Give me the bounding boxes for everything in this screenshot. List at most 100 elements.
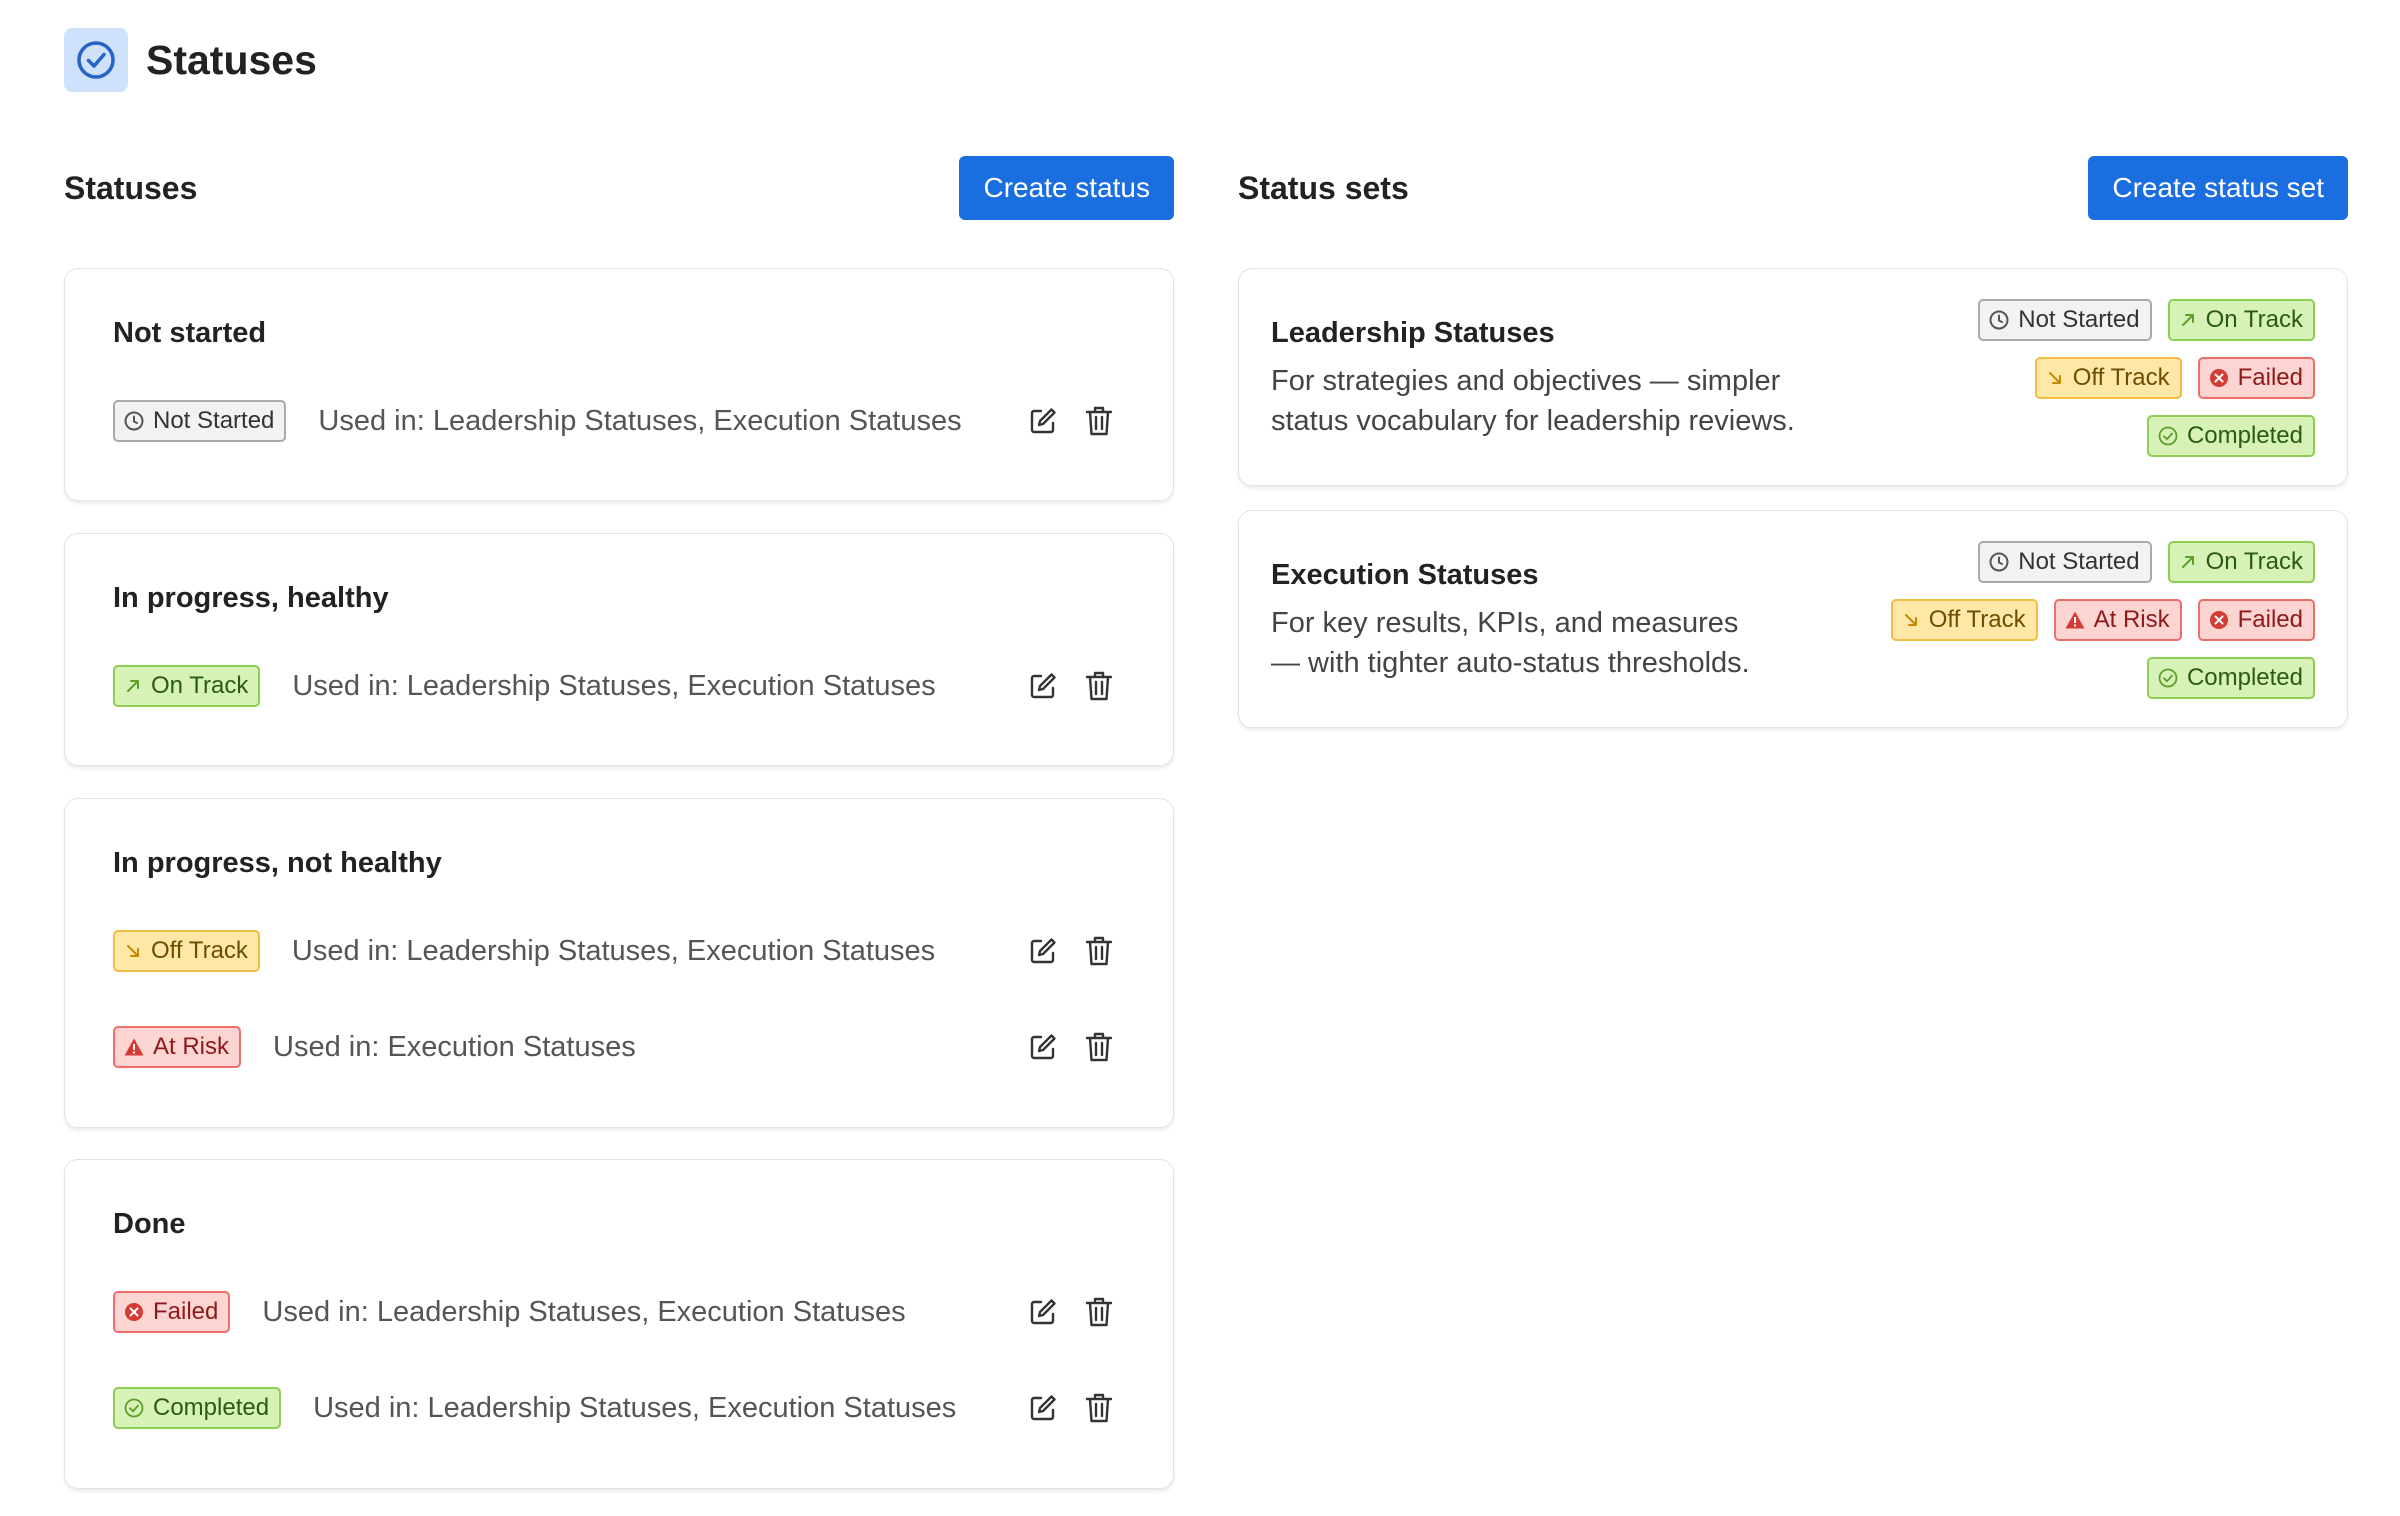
status-pill: Failed	[113, 1291, 231, 1333]
check-circle-icon	[123, 1397, 153, 1419]
status-group-card: Done Failed Used in: Leadership Statuses, …	[64, 1159, 1174, 1489]
statuses-section-header: Statuses Create status	[64, 156, 1174, 220]
status-pill: Not Started	[113, 400, 287, 442]
arrow-up-right-icon	[2178, 552, 2206, 572]
page-header: Statuses	[64, 28, 317, 92]
description-line: For key results, KPIs, and measures	[1271, 607, 1739, 639]
check-circle-icon	[64, 28, 128, 92]
used-in-text: Used in: Leadership Statuses, Execution …	[262, 1295, 906, 1328]
status-pill-label: Completed	[2186, 422, 2303, 449]
row-actions	[1025, 1293, 1117, 1331]
status-pill-label: Not Started	[2018, 548, 2140, 575]
status-set-badge: At Risk	[2053, 599, 2182, 641]
description-line: For strategies and objectives — simpler	[1271, 365, 1781, 397]
status-pill-label: Failed	[153, 1298, 219, 1325]
row-actions	[1025, 1389, 1117, 1427]
row-actions	[1025, 402, 1117, 440]
status-set-badge: Off Track	[2034, 357, 2182, 399]
check-circle-icon	[2157, 667, 2187, 689]
edit-icon[interactable]	[1025, 1389, 1061, 1427]
clock-icon	[1988, 551, 2018, 573]
status-set-badge: Off Track	[1890, 599, 2038, 641]
badge-row: Off Track At Risk Failed	[1890, 599, 2315, 641]
status-pill-label: Failed	[2237, 606, 2303, 633]
description-line: status vocabulary for leadership reviews…	[1271, 405, 1795, 437]
status-group-card: Not started Not Started Used in: Leadershi…	[64, 268, 1174, 501]
badge-row: Not Started On Track	[1978, 299, 2315, 341]
status-group-title: In progress, not healthy	[113, 847, 442, 879]
used-in-text: Used in: Leadership Statuses, Execution …	[292, 669, 936, 702]
edit-icon[interactable]	[1025, 1028, 1061, 1066]
status-set-badges: Not Started On Track Off Track Failed Comple…	[1815, 299, 2315, 457]
status-group-card: In progress, not healthy Off Track Used in…	[64, 798, 1174, 1128]
edit-icon[interactable]	[1025, 402, 1061, 440]
status-set-card[interactable]: Execution Statuses For key results, KPIs,…	[1238, 510, 2348, 728]
description-line: — with tighter auto-status thresholds.	[1271, 647, 1750, 679]
status-set-description: For strategies and objectives — simpler s…	[1271, 361, 1871, 441]
create-status-button[interactable]: Create status	[959, 156, 1174, 220]
status-set-title: Execution Statuses	[1271, 559, 1539, 591]
status-pill: On Track	[113, 665, 261, 707]
status-group-title: Not started	[113, 317, 267, 349]
arrow-down-right-icon	[2045, 368, 2073, 388]
trash-icon[interactable]	[1081, 932, 1117, 970]
status-pill-label: Not Started	[153, 407, 275, 434]
trash-icon[interactable]	[1081, 1293, 1117, 1331]
x-circle-icon	[2208, 609, 2238, 631]
trash-icon[interactable]	[1081, 667, 1117, 705]
status-sets-heading: Status sets	[1238, 169, 1409, 206]
status-set-description: For key results, KPIs, and measures — wit…	[1271, 603, 1871, 683]
status-sets-section-header: Status sets Create status set	[1238, 156, 2348, 220]
check-circle-icon	[2157, 425, 2187, 447]
status-pill-label: On Track	[2205, 306, 2303, 333]
status-pill-label: Off Track	[2072, 364, 2170, 391]
edit-icon[interactable]	[1025, 1293, 1061, 1331]
create-status-set-button[interactable]: Create status set	[2088, 156, 2348, 220]
status-set-badges: Not Started On Track Off Track At Risk Faile…	[1815, 541, 2315, 699]
status-row: Off Track Used in: Leadership Statuses, E…	[113, 929, 1117, 973]
status-set-badge: Not Started	[1978, 299, 2152, 341]
arrow-down-right-icon	[123, 941, 151, 961]
status-set-badge: On Track	[2167, 299, 2315, 341]
badge-row: Completed	[2146, 657, 2315, 699]
arrow-down-right-icon	[1901, 610, 1929, 630]
arrow-up-right-icon	[123, 676, 151, 696]
status-set-badge: Failed	[2197, 357, 2315, 399]
statuses-heading: Statuses	[64, 169, 198, 206]
status-pill-label: Completed	[153, 1394, 270, 1421]
used-in-text: Used in: Leadership Statuses, Execution …	[313, 1391, 957, 1424]
edit-icon[interactable]	[1025, 932, 1061, 970]
warning-icon	[2064, 609, 2094, 631]
status-row: At Risk Used in: Execution Statuses	[113, 1025, 1117, 1069]
trash-icon[interactable]	[1081, 1389, 1117, 1427]
status-set-badge: Completed	[2146, 657, 2315, 699]
status-set-card[interactable]: Leadership Statuses For strategies and ob…	[1238, 268, 2348, 486]
edit-icon[interactable]	[1025, 667, 1061, 705]
status-pill-label: Failed	[2237, 364, 2303, 391]
badge-row: Not Started On Track	[1978, 541, 2315, 583]
badge-row: Completed	[2146, 415, 2315, 457]
status-pill-label: At Risk	[2093, 606, 2170, 633]
status-pill-label: On Track	[2205, 548, 2303, 575]
status-row: Failed Used in: Leadership Statuses, Exec…	[113, 1290, 1117, 1334]
status-set-badge: On Track	[2167, 541, 2315, 583]
status-set-badge: Completed	[2146, 415, 2315, 457]
status-group-card: In progress, healthy On Track Used in: Lea…	[64, 533, 1174, 766]
x-circle-icon	[2208, 367, 2238, 389]
trash-icon[interactable]	[1081, 402, 1117, 440]
status-row: Completed Used in: Leadership Statuses, E…	[113, 1386, 1117, 1430]
status-group-title: In progress, healthy	[113, 582, 389, 614]
clock-icon	[1988, 309, 2018, 331]
row-actions	[1025, 667, 1117, 705]
row-actions	[1025, 1028, 1117, 1066]
status-pill: Completed	[113, 1387, 282, 1429]
used-in-text: Used in: Leadership Statuses, Execution …	[291, 934, 936, 967]
status-group-title: Done	[113, 1208, 186, 1240]
status-row: On Track Used in: Leadership Statuses, Ex…	[113, 664, 1117, 708]
trash-icon[interactable]	[1081, 1028, 1117, 1066]
status-set-badge: Failed	[2197, 599, 2315, 641]
x-circle-icon	[123, 1301, 153, 1323]
status-pill-label: On Track	[151, 672, 249, 699]
badge-row: Off Track Failed	[2034, 357, 2315, 399]
warning-icon	[123, 1036, 153, 1058]
